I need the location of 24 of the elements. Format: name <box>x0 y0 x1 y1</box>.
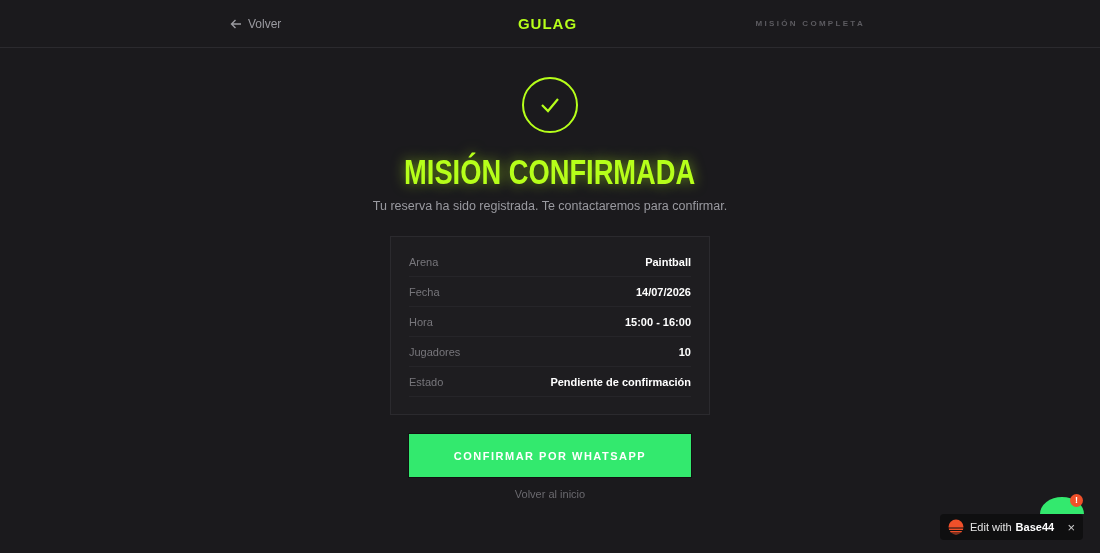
close-button[interactable]: × <box>1067 519 1075 535</box>
success-check-icon <box>522 77 578 133</box>
back-link[interactable]: Volver <box>230 16 282 31</box>
detail-label: Jugadores <box>409 345 461 358</box>
page-title: MISIÓN CONFIRMADA <box>404 151 696 193</box>
detail-label: Hora <box>409 315 433 328</box>
detail-label: Estado <box>409 375 444 388</box>
brand-name: Base44 <box>1015 521 1055 533</box>
notification-badge: ! <box>1070 494 1083 507</box>
home-link[interactable]: Volver al inicio <box>514 488 586 500</box>
detail-value: 10 <box>678 345 691 358</box>
back-arrow-icon <box>230 17 242 30</box>
detail-value: 15:00 - 16:00 <box>624 315 691 328</box>
detail-value: Paintball <box>645 255 691 268</box>
detail-label: Fecha <box>409 285 440 298</box>
detail-label: Arena <box>409 255 439 268</box>
edit-badge[interactable]: Edit with Base44 × <box>940 514 1083 540</box>
edit-with-text: Edit with <box>970 521 1012 533</box>
detail-value: 14/07/2026 <box>635 285 691 298</box>
detail-value: Pendiente de confirmación <box>550 375 691 388</box>
logo: GULAG <box>517 15 578 32</box>
step-label: MISIÓN COMPLETA <box>755 19 865 28</box>
sun-logo-icon <box>948 519 964 535</box>
subtitle: Tu reserva ha sido registrada. Te contactaremos para confirmar. <box>372 199 728 213</box>
